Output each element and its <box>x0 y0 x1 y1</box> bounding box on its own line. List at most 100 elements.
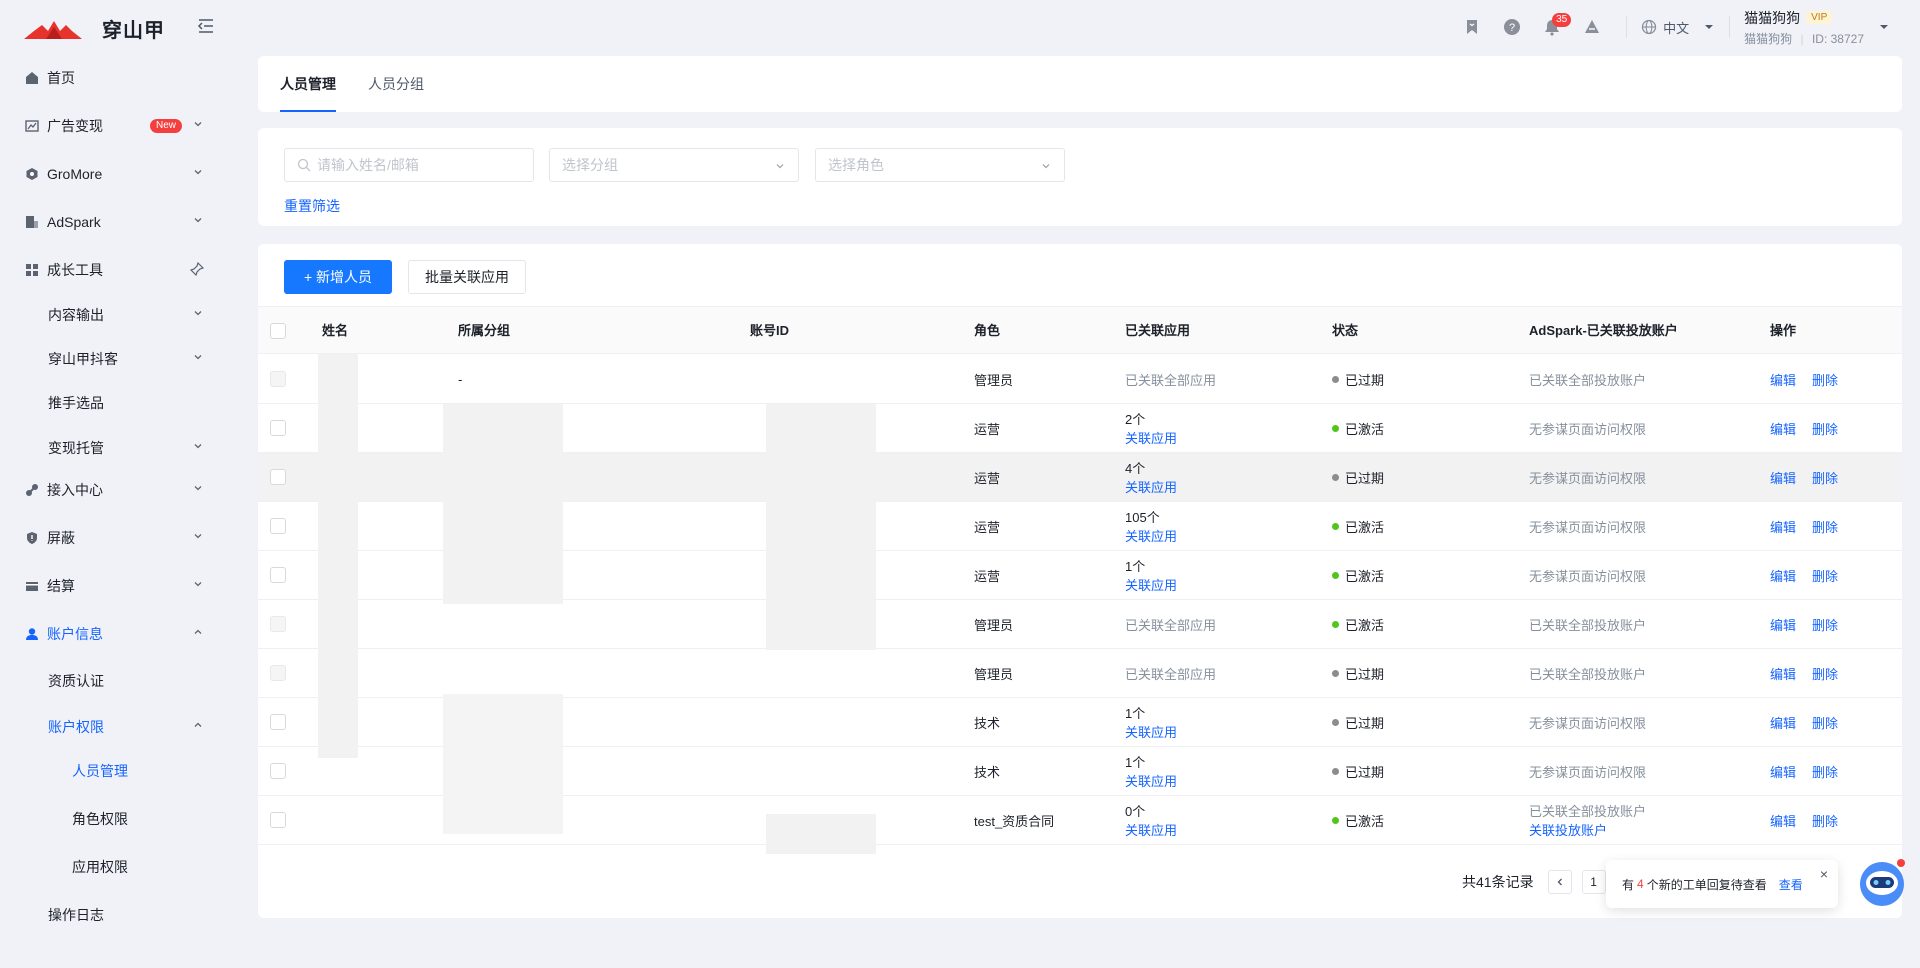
actions-cell: 编辑 删除 <box>1770 747 1838 795</box>
edit-link[interactable]: 编辑 <box>1770 762 1796 781</box>
status-text: 已激活 <box>1345 617 1385 633</box>
delete-link[interactable]: 删除 <box>1812 566 1838 585</box>
user-menu[interactable]: 猫猫狗狗 VIP 猫猫狗狗 | ID: 38727 <box>1744 8 1864 47</box>
menu-collapse-icon[interactable] <box>196 16 216 36</box>
sidebar-item-app-permissions[interactable]: 应用权限 <box>0 849 220 885</box>
sidebar-item-content-output[interactable]: 内容输出 <box>0 297 220 333</box>
link-apps-link[interactable]: 关联应用 <box>1125 526 1177 545</box>
search-icon <box>297 158 311 172</box>
delete-link[interactable]: 删除 <box>1812 517 1838 536</box>
link-ad-accounts-link[interactable]: 关联投放账户 <box>1529 820 1646 839</box>
home-icon <box>24 70 40 86</box>
edit-link[interactable]: 编辑 <box>1770 468 1796 487</box>
edit-link[interactable]: 编辑 <box>1770 811 1796 830</box>
cone-icon[interactable] <box>1572 7 1612 47</box>
link-apps-link[interactable]: 关联应用 <box>1125 722 1177 741</box>
user-caret-down-icon[interactable] <box>1878 21 1890 33</box>
sidebar-item-adspark[interactable]: AdSpark <box>0 204 220 240</box>
row-checkbox[interactable] <box>270 420 286 436</box>
sidebar-item-operation-log[interactable]: 操作日志 <box>0 897 220 933</box>
sidebar-item-ad-monetization[interactable]: 广告变现 New <box>0 108 220 144</box>
link-apps-link[interactable]: 关联应用 <box>1125 428 1177 447</box>
reset-filters-link[interactable]: 重置筛选 <box>284 196 340 216</box>
search-input[interactable]: 请输入姓名/邮箱 <box>284 148 534 182</box>
wallet-icon <box>24 578 40 594</box>
link-apps-link[interactable]: 关联应用 <box>1125 771 1177 790</box>
username: 猫猫狗狗 <box>1744 9 1801 26</box>
edit-link[interactable]: 编辑 <box>1770 419 1796 438</box>
add-person-button[interactable]: + 新增人员 <box>284 260 392 294</box>
link-apps-link[interactable]: 关联应用 <box>1125 477 1177 496</box>
sidebar-item-people-management[interactable]: 人员管理 <box>0 753 220 789</box>
delete-link[interactable]: 删除 <box>1812 615 1838 634</box>
user-icon <box>24 626 40 642</box>
account-id: ID: 38727 <box>1811 31 1864 46</box>
logo[interactable]: 穿山甲 <box>24 14 165 43</box>
sidebar-item-home[interactable]: 首页 <box>0 60 220 96</box>
delete-link[interactable]: 删除 <box>1812 468 1838 487</box>
sidebar-item-qualification[interactable]: 资质认证 <box>0 663 220 699</box>
page-number[interactable]: 1 <box>1581 870 1606 894</box>
sidebar-item-account-permissions[interactable]: 账户权限 <box>0 709 220 745</box>
edit-link[interactable]: 编辑 <box>1770 566 1796 585</box>
row-checkbox[interactable] <box>270 567 286 583</box>
sidebar-item-growth-tools[interactable]: 成长工具 <box>0 252 220 288</box>
tabs-panel: 人员管理 人员分组 <box>258 56 1902 112</box>
sidebar-item-gromore[interactable]: GroMore <box>0 156 220 192</box>
sidebar-item-access-center[interactable]: 接入中心 <box>0 472 220 508</box>
linked-apps-cell: 已关联全部应用 <box>1125 355 1216 403</box>
pin-icon[interactable] <box>190 262 204 276</box>
delete-link[interactable]: 删除 <box>1812 370 1838 389</box>
delete-link[interactable]: 删除 <box>1812 419 1838 438</box>
sidebar-item-label: 穿山甲抖客 <box>48 351 118 367</box>
sidebar-item-role-permissions[interactable]: 角色权限 <box>0 801 220 837</box>
edit-link[interactable]: 编辑 <box>1770 713 1796 732</box>
delete-link[interactable]: 删除 <box>1812 811 1838 830</box>
svg-text:?: ? <box>1509 22 1515 34</box>
delete-link[interactable]: 删除 <box>1812 762 1838 781</box>
language-selector[interactable]: 中文 <box>1641 18 1715 37</box>
select-all-checkbox[interactable] <box>270 323 286 339</box>
redacted-name-column <box>318 354 358 758</box>
tab-people-management[interactable]: 人员管理 <box>280 56 336 112</box>
group-select[interactable]: 选择分组 <box>549 148 799 182</box>
notification-bell-icon[interactable]: 35 <box>1532 7 1572 47</box>
view-tickets-link[interactable]: 查看 <box>1779 876 1803 893</box>
bookmark-icon[interactable] <box>1452 7 1492 47</box>
chart-icon <box>24 118 40 134</box>
column-header-status: 状态 <box>1332 323 1359 338</box>
row-checkbox[interactable] <box>270 714 286 730</box>
assistant-robot-icon[interactable] <box>1856 856 1908 908</box>
sidebar-item-account-info[interactable]: 账户信息 <box>0 616 220 652</box>
sidebar-item-settlement[interactable]: 结算 <box>0 568 220 604</box>
table-row: - 管理员 已关联全部应用 已过期 已关联全部投放账户 编辑 删除 <box>258 355 1902 404</box>
edit-link[interactable]: 编辑 <box>1770 664 1796 683</box>
divider <box>1729 16 1731 38</box>
adspark-cell: 无参谋页面访问权限 <box>1529 551 1646 599</box>
row-checkbox[interactable] <box>270 763 286 779</box>
sidebar-item-managed-monetization[interactable]: 变现托管 <box>0 430 220 466</box>
link-apps-link[interactable]: 关联应用 <box>1125 820 1177 839</box>
batch-link-apps-button[interactable]: 批量关联应用 <box>408 260 526 294</box>
close-notice-icon[interactable]: × <box>1820 866 1828 882</box>
prev-page-button[interactable] <box>1547 870 1572 894</box>
redacted-account-id-column <box>766 404 876 650</box>
delete-link[interactable]: 删除 <box>1812 713 1838 732</box>
sidebar-item-shield[interactable]: 屏蔽 <box>0 520 220 556</box>
row-checkbox[interactable] <box>270 812 286 828</box>
status-text: 已激活 <box>1345 568 1385 584</box>
row-checkbox[interactable] <box>270 469 286 485</box>
sidebar-item-product-select[interactable]: 推手选品 <box>0 385 220 421</box>
edit-link[interactable]: 编辑 <box>1770 370 1796 389</box>
delete-link[interactable]: 删除 <box>1812 664 1838 683</box>
role-select[interactable]: 选择角色 <box>815 148 1065 182</box>
sidebar-item-douke[interactable]: 穿山甲抖客 <box>0 341 220 377</box>
edit-link[interactable]: 编辑 <box>1770 517 1796 536</box>
chevron-down-icon <box>1042 164 1050 169</box>
role-cell: 管理员 <box>974 355 1013 403</box>
link-apps-link[interactable]: 关联应用 <box>1125 575 1177 594</box>
tab-people-groups[interactable]: 人员分组 <box>368 56 424 112</box>
row-checkbox[interactable] <box>270 518 286 534</box>
help-icon[interactable]: ? <box>1492 7 1532 47</box>
edit-link[interactable]: 编辑 <box>1770 615 1796 634</box>
